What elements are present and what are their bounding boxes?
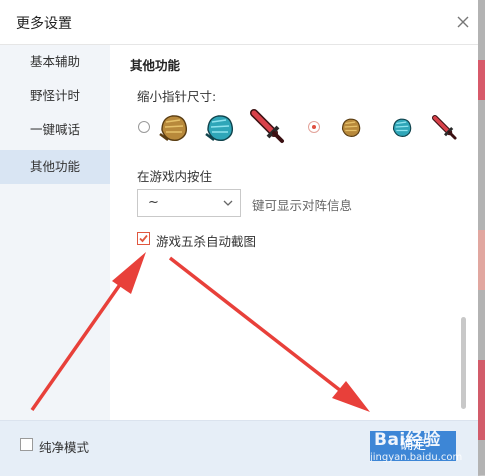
settings-dialog: 更多设置 基本辅助 野怪计时 一键喊话 其他功能 其他功能 缩小指针尺寸: 在游… bbox=[0, 0, 478, 476]
chevron-down-icon bbox=[223, 200, 233, 206]
sidebar-item-label: 野怪计时 bbox=[29, 88, 80, 103]
scrollbar[interactable] bbox=[461, 317, 466, 409]
pure-mode-checkbox[interactable] bbox=[20, 438, 33, 451]
cursor-size-radio-normal[interactable] bbox=[138, 121, 150, 133]
watermark-url: jingyan.baidu.com bbox=[370, 452, 463, 463]
hold-key-select[interactable]: ~ bbox=[137, 189, 241, 217]
gold-gauntlet-icon bbox=[159, 115, 188, 141]
hold-key-label: 在游戏内按住 bbox=[137, 169, 213, 184]
hold-key-suffix: 键可显示对阵信息 bbox=[252, 198, 353, 213]
close-icon[interactable] bbox=[455, 14, 471, 30]
sidebar-item-label: 基本辅助 bbox=[29, 54, 80, 69]
red-sword-icon bbox=[250, 109, 284, 143]
sidebar-item-other-features[interactable]: 其他功能 bbox=[0, 150, 110, 184]
hold-key-value: ~ bbox=[148, 195, 159, 210]
background-window-strip bbox=[478, 0, 485, 475]
section-title: 其他功能 bbox=[130, 58, 181, 73]
cursor-size-label: 缩小指针尺寸: bbox=[137, 89, 217, 104]
sidebar-item-label: 一键喊话 bbox=[29, 122, 80, 137]
gold-gauntlet-small-icon bbox=[341, 118, 361, 137]
sidebar-item-quick-chat[interactable]: 一键喊话 bbox=[0, 113, 110, 147]
cyan-gauntlet-small-icon bbox=[392, 118, 412, 137]
sidebar-item-monster-timer[interactable]: 野怪计时 bbox=[0, 79, 110, 113]
sidebar: 基本辅助 野怪计时 一键喊话 其他功能 bbox=[0, 45, 110, 420]
pure-mode-label: 纯净模式 bbox=[39, 440, 90, 455]
dialog-title: 更多设置 bbox=[16, 16, 72, 32]
cyan-gauntlet-icon bbox=[205, 115, 234, 141]
watermark-logo: Bai经验 bbox=[374, 430, 441, 450]
auto-screenshot-label: 游戏五杀自动截图 bbox=[156, 234, 257, 249]
red-sword-small-icon bbox=[432, 115, 457, 140]
cursor-size-radio-small[interactable] bbox=[308, 121, 320, 133]
sidebar-item-label: 其他功能 bbox=[29, 159, 80, 174]
title-bar: 更多设置 bbox=[0, 0, 478, 45]
sidebar-item-basic-assist[interactable]: 基本辅助 bbox=[0, 45, 110, 79]
auto-screenshot-checkbox[interactable] bbox=[137, 232, 150, 245]
checkmark-icon bbox=[139, 234, 148, 243]
settings-content: 其他功能 缩小指针尺寸: 在游戏内按住 ~ 键可显示对阵信息 游戏五杀自动截图 bbox=[110, 45, 478, 420]
